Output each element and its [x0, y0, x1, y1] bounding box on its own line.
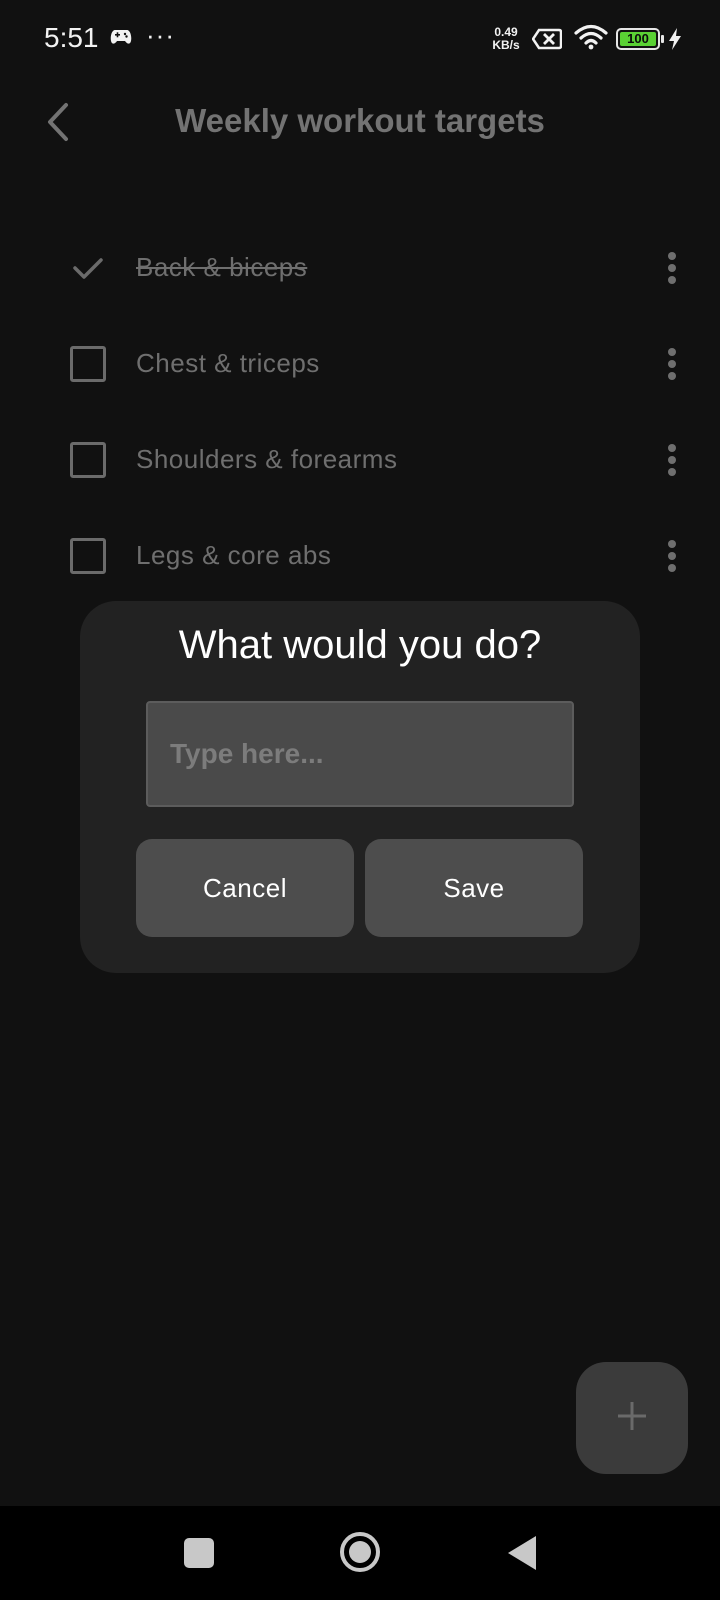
checkbox[interactable] [70, 538, 106, 574]
system-nav-bar [0, 1506, 720, 1600]
list-item[interactable]: Chest & triceps [0, 324, 720, 404]
battery-level: 100 [620, 32, 656, 46]
add-item-fab[interactable] [576, 1362, 688, 1474]
list-item-label: Shoulders & forearms [136, 444, 398, 474]
wifi-icon [574, 24, 608, 55]
save-button[interactable]: Save [365, 839, 583, 937]
network-speed: 0.49 KB/s [486, 26, 526, 52]
more-options-icon[interactable] [656, 248, 688, 288]
add-item-dialog: What would you do? Cancel Save [80, 601, 640, 973]
cancel-button[interactable]: Cancel [136, 839, 354, 937]
status-bar: 5:51 ··· 0.49 KB/s 100 [0, 0, 720, 80]
charging-icon [668, 28, 682, 55]
list-item-label: Back & biceps [136, 252, 308, 282]
dialog-title: What would you do? [178, 623, 542, 667]
more-options-icon[interactable] [656, 536, 688, 576]
battery-nub [661, 35, 664, 43]
gamepad-icon [110, 28, 132, 51]
network-speed-unit: KB/s [492, 38, 520, 52]
battery-icon: 100 [616, 28, 660, 50]
status-time: 5:51 [44, 22, 99, 53]
list-item-label: Chest & triceps [136, 348, 320, 378]
checkbox[interactable] [70, 442, 106, 478]
home-circle-icon[interactable] [340, 1532, 380, 1572]
list-item[interactable]: Shoulders & forearms [0, 420, 720, 500]
list-item[interactable]: Back & biceps [0, 228, 720, 308]
item-name-input[interactable] [146, 701, 574, 807]
plus-icon [616, 1400, 648, 1437]
checkbox[interactable] [70, 346, 106, 382]
more-options-icon[interactable] [656, 440, 688, 480]
back-triangle-icon[interactable] [508, 1536, 536, 1570]
page-title: Weekly workout targets [175, 102, 545, 139]
list-item[interactable]: Legs & core abs [0, 516, 720, 596]
status-overflow-dots: ··· [146, 20, 175, 50]
list-item-label: Legs & core abs [136, 540, 332, 570]
more-options-icon[interactable] [656, 344, 688, 384]
recents-square-icon[interactable] [184, 1538, 214, 1568]
sim-x-icon [531, 28, 563, 55]
checkmark-icon[interactable] [70, 250, 106, 286]
